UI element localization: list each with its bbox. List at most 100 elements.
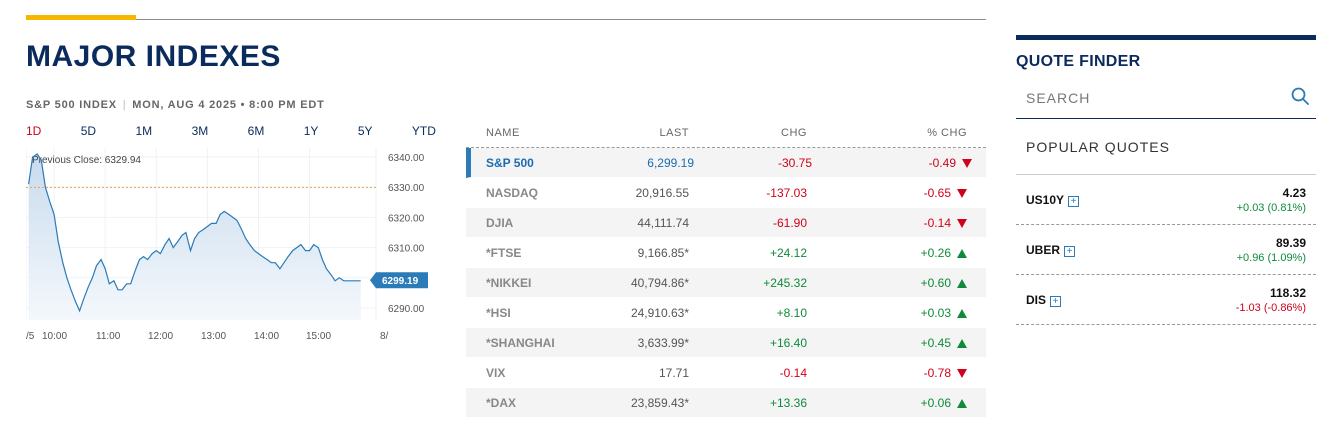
row-last: 23,859.43* xyxy=(630,395,689,410)
header-last[interactable]: LAST xyxy=(576,127,689,139)
range-tab-1y[interactable]: 1Y xyxy=(304,124,319,138)
triangle-down-icon xyxy=(957,218,967,228)
row-pct-value: +0.06 xyxy=(920,395,951,410)
range-tab-5y[interactable]: 5Y xyxy=(358,124,373,138)
chart-meta: S&P 500 INDEX | MON, AUG 4 2025 • 8:00 P… xyxy=(26,99,325,111)
quote-symbol-text[interactable]: DIS xyxy=(1026,293,1046,307)
table-header: NAME LAST CHG % CHG xyxy=(466,118,986,148)
chart-index-name: S&P 500 INDEX xyxy=(26,99,117,111)
popular-quote-item[interactable]: DIS +118.32 -1.03 (-0.86%) xyxy=(1016,275,1316,325)
quote-symbol-text[interactable]: UBER xyxy=(1026,243,1060,257)
quote-symbol[interactable]: UBER + xyxy=(1026,243,1076,257)
y-tick-label: 6290.00 xyxy=(388,304,425,315)
search-icon[interactable] xyxy=(1291,87,1309,110)
x-tick-label: 14:00 xyxy=(254,331,279,342)
row-name[interactable]: *HSI xyxy=(466,306,576,320)
y-tick-label: 6340.00 xyxy=(388,153,425,164)
header-pct[interactable]: % CHG xyxy=(807,127,967,139)
popular-quote-item[interactable]: UBER +89.39 +0.96 (1.09%) xyxy=(1016,225,1316,275)
table-row[interactable]: *FTSE 9,166.85* +24.12 +0.26 xyxy=(466,238,986,268)
quote-finder-bar xyxy=(1016,35,1316,40)
row-pct: -0.49 xyxy=(812,156,972,170)
table-row[interactable]: *HSI 24,910.63* +8.10 +0.03 xyxy=(466,298,986,328)
indexes-table: NAME LAST CHG % CHG S&P 500 6,299.19 -30.7… xyxy=(466,118,986,418)
triangle-down-icon xyxy=(957,188,967,198)
x-tick-label: 12:00 xyxy=(148,331,173,342)
row-pct: +0.06 xyxy=(807,396,967,410)
row-pct: -0.78 xyxy=(807,366,967,380)
x-tick-label: 15:00 xyxy=(306,331,331,342)
range-tab-1d[interactable]: 1D xyxy=(26,124,41,138)
quote-symbol[interactable]: US10Y + xyxy=(1026,193,1080,207)
index-chart[interactable]: 6340.006330.006320.006310.006300.006290.… xyxy=(26,148,436,348)
range-tab-ytd[interactable]: YTD xyxy=(412,124,436,138)
triangle-down-icon xyxy=(962,158,972,168)
row-pct-value: +0.45 xyxy=(920,335,951,350)
chart-date: MON, AUG 4 2025 • 8:00 PM EDT xyxy=(132,99,325,111)
y-tick-label: 6320.00 xyxy=(388,213,425,224)
row-name[interactable]: NASDAQ xyxy=(466,186,576,200)
range-tabs: 1D 5D 1M 3M 6M 1Y 5Y YTD xyxy=(26,124,436,138)
range-tab-5d[interactable]: 5D xyxy=(81,124,96,138)
table-row[interactable]: DJIA 44,111.74 -61.90 -0.14 xyxy=(466,208,986,238)
row-pct: +0.03 xyxy=(807,306,967,320)
y-tick-label: 6310.00 xyxy=(388,244,425,255)
x-tick-label: /5 xyxy=(26,331,35,342)
quote-symbol-text[interactable]: US10Y xyxy=(1026,193,1064,207)
plus-icon[interactable]: + xyxy=(1068,196,1080,207)
triangle-down-icon xyxy=(957,368,967,378)
row-name[interactable]: S&P 500 xyxy=(471,156,581,170)
row-name[interactable]: *DAX xyxy=(466,396,576,410)
quote-price: 118.32 xyxy=(1269,286,1306,300)
row-last: 17.71 xyxy=(658,365,689,380)
table-row[interactable]: NASDAQ 20,916.55 -137.03 -0.65 xyxy=(466,178,986,208)
quote-change: +0.03 (0.81%) xyxy=(1236,202,1306,214)
row-pct: +0.60 xyxy=(807,276,967,290)
row-last: 24,910.63* xyxy=(630,305,689,320)
index-chart-svg[interactable]: 6340.006330.006320.006310.006300.006290.… xyxy=(26,148,436,348)
row-chg: -30.75 xyxy=(777,155,812,170)
plus-icon[interactable]: + xyxy=(1050,296,1062,307)
popular-quotes-list: US10Y +4.23 +0.03 (0.81%) UBER +89.39 +0.96 (… xyxy=(1016,174,1316,325)
current-value-label: 6299.19 xyxy=(382,276,419,287)
row-chg: -0.14 xyxy=(779,365,807,380)
search-input[interactable] xyxy=(1026,90,1276,106)
row-name[interactable]: *NIKKEI xyxy=(466,276,576,290)
row-name[interactable]: *SHANGHAI xyxy=(466,336,576,350)
row-name[interactable]: VIX xyxy=(466,366,576,380)
row-pct-value: +0.60 xyxy=(920,275,951,290)
chart-area xyxy=(28,154,361,320)
triangle-up-icon xyxy=(957,398,967,408)
row-pct-value: -0.65 xyxy=(923,185,951,200)
table-row[interactable]: VIX 17.71 -0.14 -0.78 xyxy=(466,358,986,388)
row-chg: -61.90 xyxy=(772,215,807,230)
quote-symbol[interactable]: DIS + xyxy=(1026,293,1062,307)
table-row[interactable]: S&P 500 6,299.19 -30.75 -0.49 xyxy=(466,148,986,178)
row-pct-value: -0.49 xyxy=(928,155,956,170)
quote-price: 89.39 xyxy=(1275,236,1306,250)
table-row[interactable]: *DAX 23,859.43* +13.36 +0.06 xyxy=(466,388,986,418)
popular-quotes-title: POPULAR QUOTES xyxy=(1026,139,1170,155)
range-tab-3m[interactable]: 3M xyxy=(192,124,209,138)
header-name[interactable]: NAME xyxy=(466,127,576,139)
page-title: MAJOR INDEXES xyxy=(26,40,281,73)
row-chg: +24.12 xyxy=(769,245,807,260)
quote-change: -1.03 (-0.86%) xyxy=(1235,302,1306,314)
table-row[interactable]: *NIKKEI 40,794.86* +245.32 +0.60 xyxy=(466,268,986,298)
quote-finder-title: QUOTE FINDER xyxy=(1016,53,1141,70)
row-last: 6,299.19 xyxy=(647,155,694,170)
row-name[interactable]: *FTSE xyxy=(466,246,576,260)
row-name[interactable]: DJIA xyxy=(466,216,576,230)
previous-close-label: Previous Close: 6329.94 xyxy=(32,155,141,166)
range-tab-6m[interactable]: 6M xyxy=(248,124,265,138)
popular-quote-item[interactable]: US10Y +4.23 +0.03 (0.81%) xyxy=(1016,175,1316,225)
table-body: S&P 500 6,299.19 -30.75 -0.49 NASDAQ 20,916.5… xyxy=(466,148,986,418)
plus-icon[interactable]: + xyxy=(1064,246,1076,257)
row-pct: +0.45 xyxy=(807,336,967,350)
row-pct-value: -0.14 xyxy=(923,215,951,230)
header-chg[interactable]: CHG xyxy=(689,127,807,139)
x-tick-label: 11:00 xyxy=(96,331,121,342)
range-tab-1m[interactable]: 1M xyxy=(136,124,153,138)
table-row[interactable]: *SHANGHAI 3,633.99* +16.40 +0.45 xyxy=(466,328,986,358)
triangle-up-icon xyxy=(957,308,967,318)
